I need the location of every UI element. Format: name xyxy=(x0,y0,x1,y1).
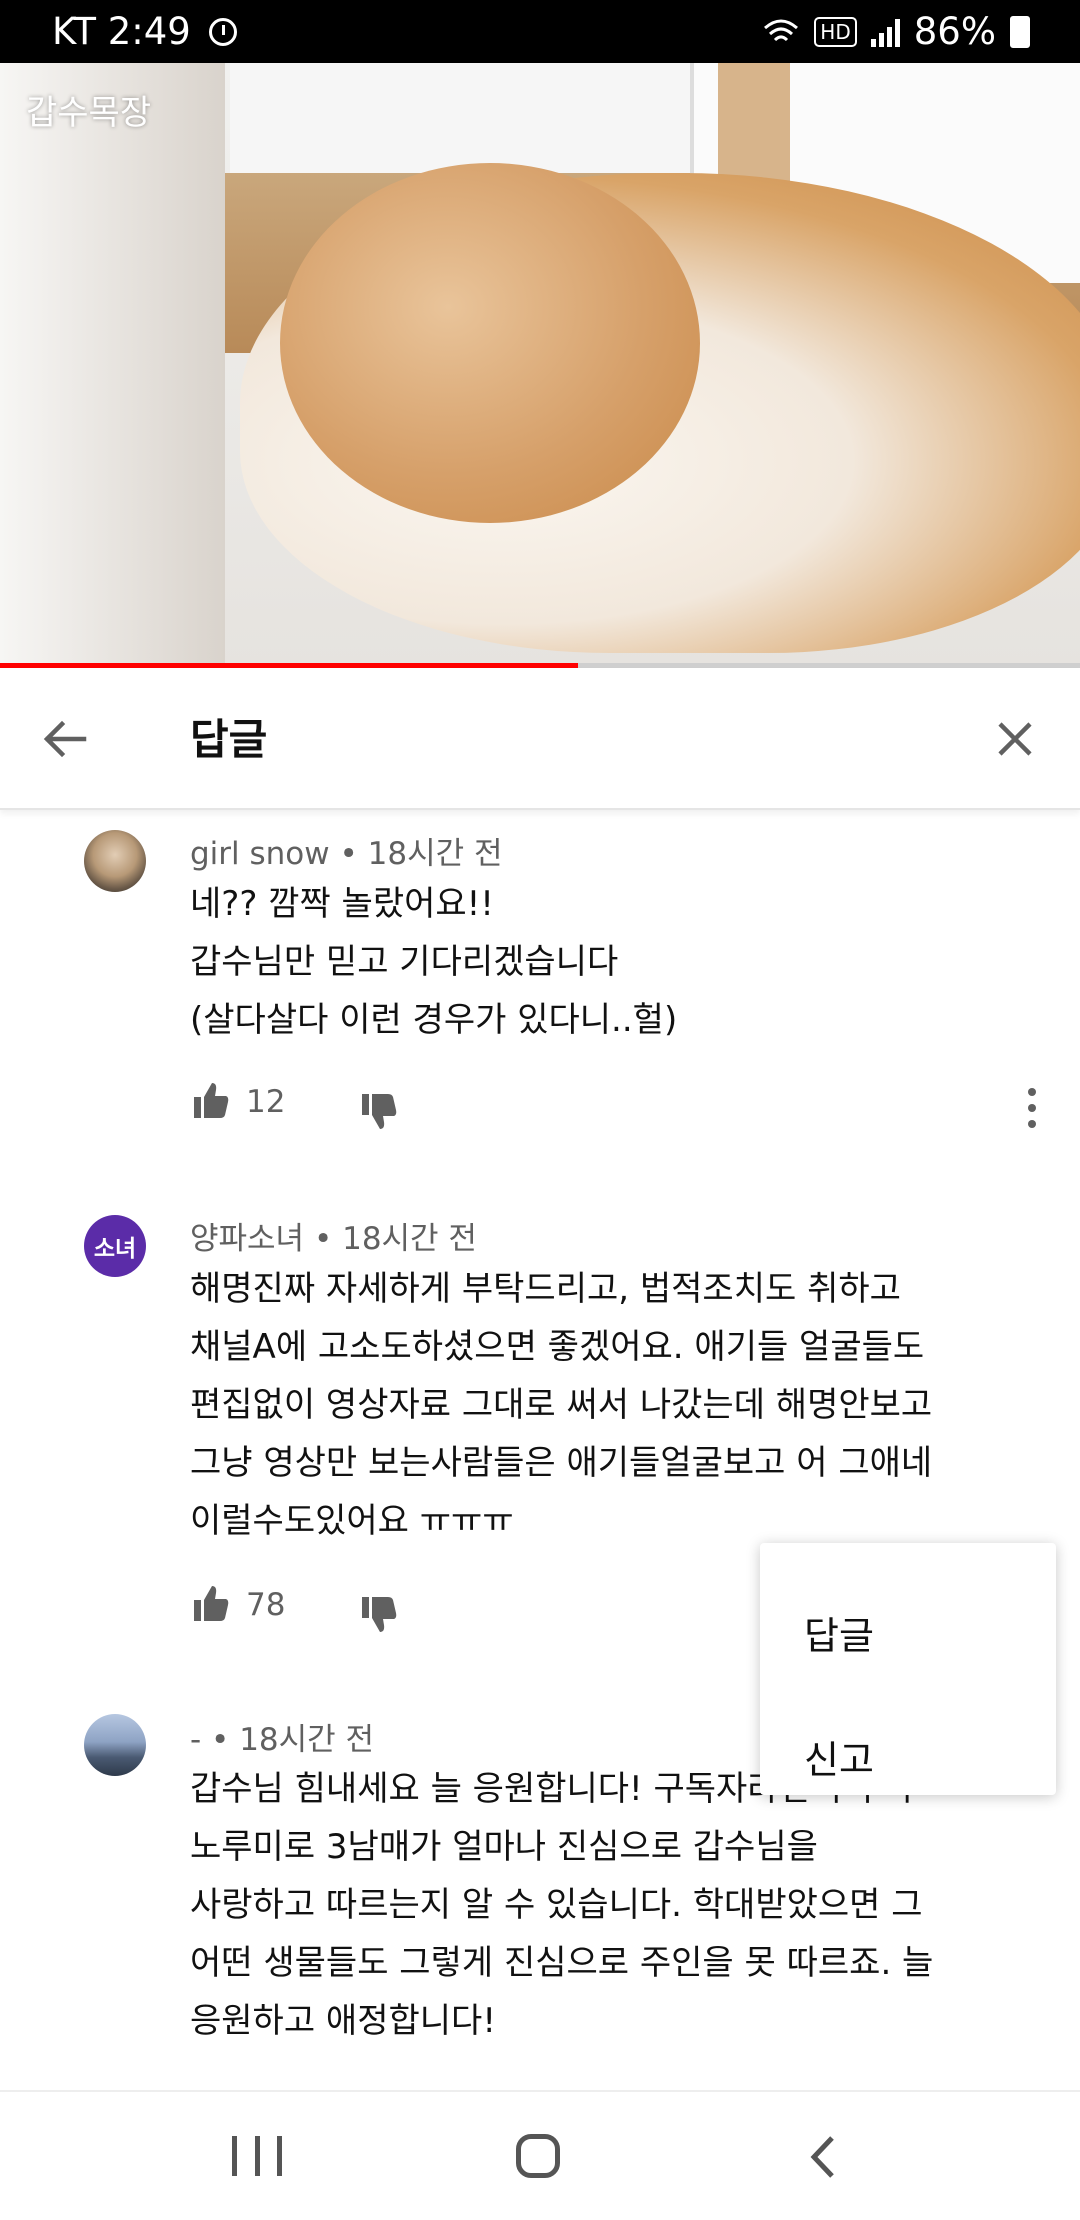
page-title: 답글 xyxy=(190,715,268,764)
close-icon xyxy=(998,722,1032,756)
arrow-left-icon xyxy=(43,720,87,758)
system-nav-bar xyxy=(0,2090,1080,2220)
like-count: 12 xyxy=(246,1084,286,1120)
comment-time: 18시간 전 xyxy=(239,1722,375,1758)
screen: KT 2:49 HD 86% 갑수목장 답글 girl snow • 18시간 … xyxy=(0,0,1080,2220)
comment-meta: 양파소녀 • 18시간 전 xyxy=(190,1221,477,1257)
avatar[interactable] xyxy=(84,830,146,892)
comment-meta: girl snow • 18시간 전 xyxy=(190,836,503,872)
video-player[interactable]: 갑수목장 xyxy=(0,63,1080,668)
comment-author[interactable]: girl snow xyxy=(190,836,330,872)
battery-percent: 86% xyxy=(913,10,996,53)
recent-apps-icon[interactable] xyxy=(232,2136,282,2178)
menu-item-report[interactable]: 신고 xyxy=(804,1729,874,1784)
avatar-text: 소녀 xyxy=(93,1236,137,1262)
cat-head xyxy=(280,163,700,523)
video-left-post xyxy=(0,63,225,668)
comment-author[interactable]: 양파소녀 xyxy=(190,1221,304,1257)
dislike-icon[interactable] xyxy=(358,1092,398,1132)
comment-time: 18시간 전 xyxy=(367,836,503,872)
hd-icon: HD xyxy=(814,16,857,47)
back-icon[interactable] xyxy=(800,2132,844,2182)
comment-actions: 12 xyxy=(190,1080,1050,1136)
comment-options-menu: 답글 신고 xyxy=(760,1543,1056,1795)
comment-meta: - • 18시간 전 xyxy=(190,1722,375,1758)
comment-text: 네?? 깜짝 놀랐어요!! 갑수님만 믿고 기다리겠습니다 (살다살다 이런 경… xyxy=(190,884,678,1040)
more-options-icon[interactable] xyxy=(1022,1084,1042,1130)
close-button[interactable] xyxy=(984,708,1046,770)
dislike-icon[interactable] xyxy=(358,1595,398,1635)
status-left: KT 2:49 xyxy=(52,10,237,53)
comment-author[interactable]: - xyxy=(190,1722,201,1758)
comment-time: 18시간 전 xyxy=(342,1221,477,1257)
like-icon[interactable] xyxy=(190,1080,230,1120)
comment-text: 갑수님 힘내세요 늘 응원합니다! 구독자라면 누구나 노루미로 3남매가 얼마… xyxy=(190,1769,934,2041)
channel-watermark: 갑수목장 xyxy=(26,93,152,133)
menu-item-reply[interactable]: 답글 xyxy=(804,1605,874,1660)
avatar[interactable]: 소녀 xyxy=(84,1215,146,1277)
wifi-icon xyxy=(764,19,799,41)
like-icon[interactable] xyxy=(190,1583,230,1623)
alarm-icon xyxy=(208,17,237,46)
home-icon[interactable] xyxy=(516,2134,560,2178)
back-button[interactable] xyxy=(34,708,96,770)
status-bar: KT 2:49 HD 86% xyxy=(0,0,1080,63)
carrier-time: KT 2:49 xyxy=(52,10,191,53)
like-count: 78 xyxy=(246,1587,286,1623)
avatar[interactable] xyxy=(84,1714,146,1776)
signal-icon xyxy=(870,17,900,47)
battery-icon xyxy=(1010,15,1030,48)
status-right: HD 86% xyxy=(762,10,1030,53)
comment-text: 해명진짜 자세하게 부탁드리고, 법적조치도 취하고 채널A에 고소도하셨으면 … xyxy=(190,1269,933,1541)
replies-header: 답글 xyxy=(0,668,1080,810)
